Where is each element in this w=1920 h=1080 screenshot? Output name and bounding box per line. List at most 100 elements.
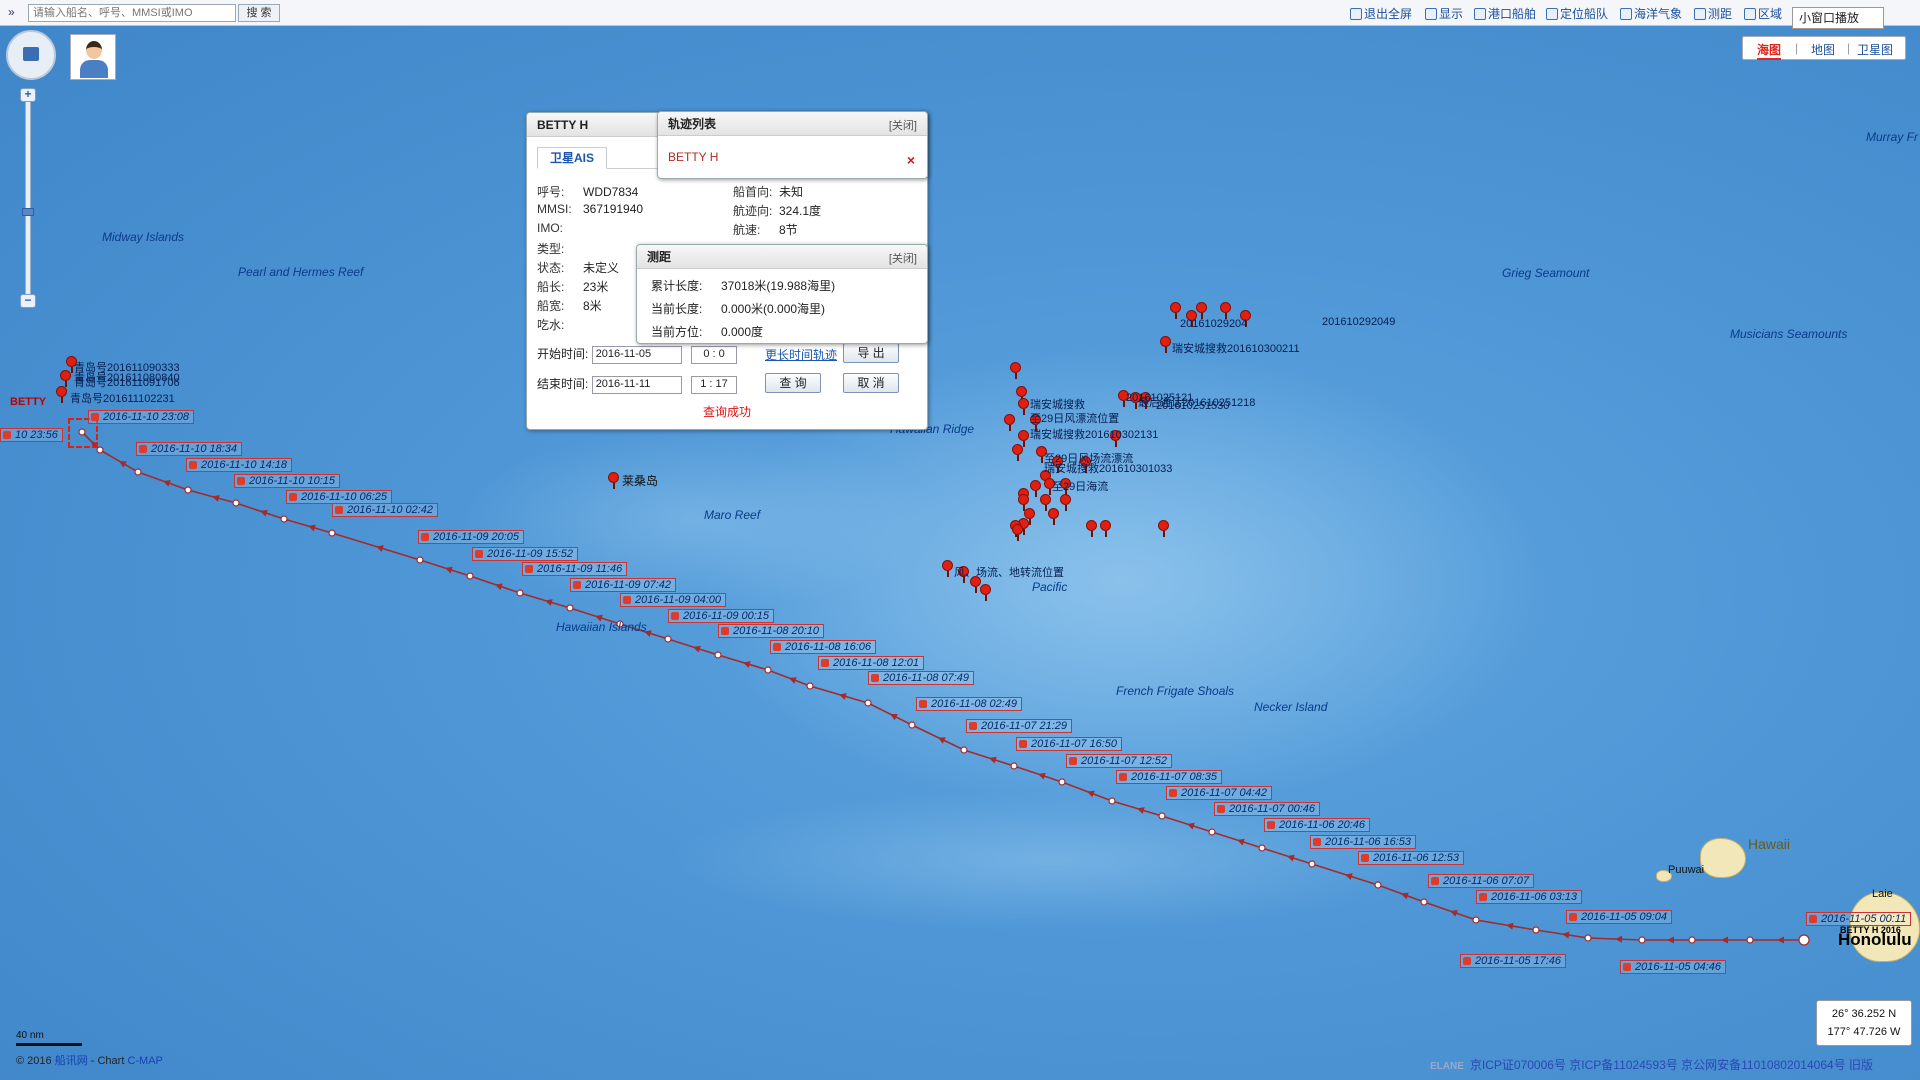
ship-label-start[interactable]: BETTY [10,396,46,408]
tab-satellite-ais[interactable]: 卫星AIS [537,147,607,169]
track-time-tag[interactable]: 2016-11-06 03:13 [1476,890,1583,904]
tab-nautical-chart[interactable]: 海图 [1757,41,1782,60]
track-start-point[interactable] [1798,934,1810,946]
tab-map[interactable]: 地图 [1811,41,1835,58]
end-date-input[interactable]: 2016-11-11 [591,375,682,394]
locate-fleet-button[interactable]: 定位船队 [1546,5,1608,22]
map-pin[interactable] [608,472,619,489]
query-button[interactable]: 查 询 [765,373,821,393]
track-time-tag[interactable]: 2016-11-05 09:04 [1566,910,1673,924]
map-pin[interactable] [1018,494,1029,511]
track-point[interactable] [1746,936,1754,944]
mini-window-play-button[interactable]: 小窗口播放 [1792,7,1884,29]
site-link[interactable]: 船讯网 [55,1055,88,1067]
track-point[interactable] [134,468,142,476]
track-time-tag[interactable]: 2016-11-06 07:07 [1428,874,1535,888]
map-pin[interactable] [60,370,71,387]
track-time-tag[interactable]: 2016-11-08 20:10 [718,624,825,638]
delete-track-icon[interactable]: × [907,152,915,168]
track-time-tag[interactable]: 2016-11-10 18:34 [136,442,243,456]
track-time-tag[interactable]: 2016-11-05 00:11 [1806,912,1912,926]
map-pin[interactable] [1170,302,1181,319]
marine-weather-button[interactable]: 海洋气象 [1620,5,1682,22]
track-time-tag[interactable]: 2016-11-09 07:42 [570,578,677,592]
track-point[interactable] [1010,762,1018,770]
display-button[interactable]: 显示 [1425,5,1463,22]
track-point[interactable] [1158,812,1166,820]
track-time-tag[interactable]: 2016-11-10 14:18 [186,458,293,472]
track-time-tag[interactable]: 2016-11-10 23:08 [88,410,195,424]
avatar[interactable] [70,34,116,80]
map-pin[interactable] [1196,302,1207,319]
collapse-icon[interactable]: » [8,5,15,19]
track-point[interactable] [864,699,872,707]
map-pin[interactable] [1048,508,1059,525]
track-time-tag[interactable]: 2016-11-06 20:46 [1264,818,1371,832]
pan-control[interactable] [6,30,56,80]
map-pin[interactable] [1158,520,1169,537]
map-pin[interactable] [1100,520,1111,537]
track-time-tag[interactable]: 2016-11-10 10:15 [234,474,341,488]
track-point[interactable] [1208,828,1216,836]
map-pin[interactable] [1024,508,1035,525]
end-time-input[interactable]: 1 : 17 [691,375,738,394]
track-point[interactable] [908,721,916,729]
map-pin[interactable] [1030,480,1041,497]
track-time-tag[interactable]: 2016-11-07 12:52 [1066,754,1173,768]
track-time-tag[interactable]: 2016-11-06 16:53 [1310,835,1417,849]
track-point[interactable] [1058,778,1066,786]
track-time-tag[interactable]: 2016-11-09 04:00 [620,593,727,607]
map-pin[interactable] [1010,362,1021,379]
track-point[interactable] [566,604,574,612]
track-point[interactable] [1638,936,1646,944]
map-pin[interactable] [1016,386,1027,403]
area-button[interactable]: 区域 [1744,5,1782,22]
map-pin[interactable] [980,584,991,601]
track-point[interactable] [280,515,288,523]
track-time-tag[interactable]: 2016-11-09 20:05 [418,530,525,544]
zoom-slider[interactable]: + − [20,88,36,308]
track-time-tag[interactable]: 2016-11-07 08:35 [1116,770,1223,784]
exit-fullscreen-button[interactable]: 退出全屏 [1350,5,1412,22]
map-pin[interactable] [1220,302,1231,319]
cmap-link[interactable]: C-MAP [127,1055,162,1067]
measure-close-button[interactable]: [关闭] [889,250,917,266]
track-time-tag[interactable]: 2016-11-08 16:06 [770,640,877,654]
track-time-tag[interactable]: 2016-11-08 07:49 [868,671,975,685]
track-point[interactable] [806,682,814,690]
track-point[interactable] [328,529,336,537]
map-pin[interactable] [942,560,953,577]
track-list-close-button[interactable]: [关闭] [889,117,917,133]
track-list-item[interactable]: BETTY H [668,150,718,164]
track-point[interactable] [1584,934,1592,942]
track-point[interactable] [1308,860,1316,868]
pan-center-icon[interactable] [23,47,39,61]
track-time-tag[interactable]: 2016-11-10 06:25 [286,490,393,504]
track-point[interactable] [764,666,772,674]
map-pin[interactable] [1086,520,1097,537]
map-pin[interactable] [1012,524,1023,541]
map-pin[interactable] [1160,336,1171,353]
track-point[interactable] [1258,844,1266,852]
track-time-tag[interactable]: 2016-11-09 00:15 [668,609,775,623]
measure-button[interactable]: 测距 [1694,5,1732,22]
track-point[interactable] [1374,881,1382,889]
track-time-tag[interactable]: 2016-11-10 02:42 [332,503,439,517]
track-point[interactable] [1688,936,1696,944]
track-time-tag[interactable]: 2016-11-09 15:52 [472,547,579,561]
search-input[interactable] [28,4,236,22]
track-time-tag[interactable]: 2016-11-09 11:46 [522,562,628,576]
track-point[interactable] [232,499,240,507]
track-time-tag[interactable]: 2016-11-07 16:50 [1016,737,1123,751]
track-time-tag[interactable]: 2016-11-07 00:46 [1214,802,1321,816]
zoom-track[interactable] [25,98,31,298]
track-point[interactable] [714,651,722,659]
track-time-tag[interactable]: 2016-11-08 12:01 [818,656,925,670]
ship-label-end[interactable]: BETTY H 2016 [1840,925,1901,935]
track-time-tag[interactable]: 2016-11-05 17:46 [1460,954,1567,968]
track-time-tag[interactable]: 2016-11-05 04:46 [1620,960,1727,974]
tab-satellite[interactable]: 卫星图 [1857,41,1893,58]
map-pin[interactable] [1012,444,1023,461]
track-point[interactable] [184,486,192,494]
search-button[interactable]: 搜 索 [238,4,280,22]
